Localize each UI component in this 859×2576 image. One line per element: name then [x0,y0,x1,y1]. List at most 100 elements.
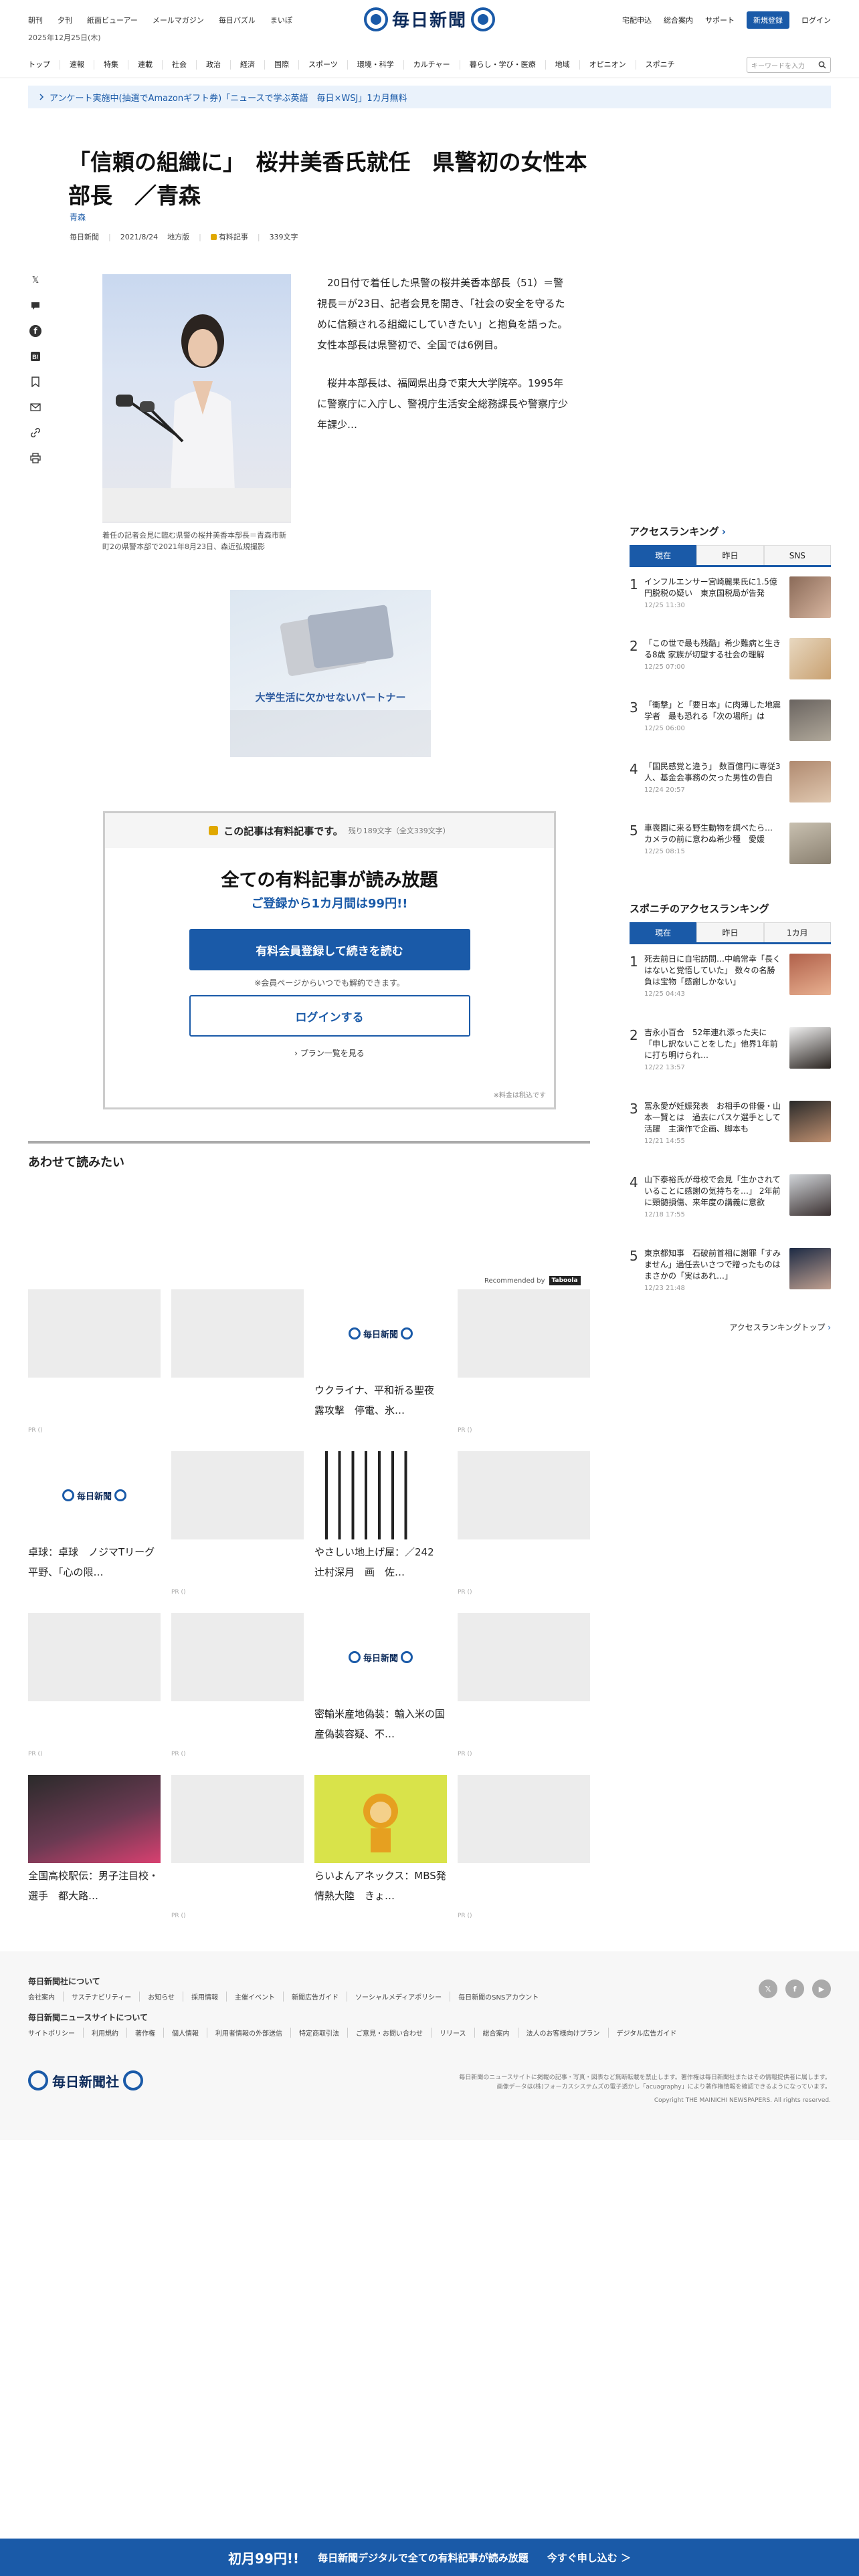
related-card[interactable]: 毎日新聞 ウクライナ、平和祈る聖夜 露攻撃 停電、氷… [314,1289,447,1420]
sponichi-item[interactable]: 5 東京都知事 石破前首相に謝罪「すみません」過任去いさつで贈ったものはまさかの「… [630,1243,831,1316]
footer-link[interactable]: デジタル広告ガイド [609,2028,685,2038]
footer-link[interactable]: 採用情報 [183,1992,227,2002]
subscribe-button[interactable]: 有料会員登録して続きを読む [189,929,470,970]
footer-link[interactable]: ソーシャルメディアポリシー [347,1992,451,2002]
footer-link[interactable]: サイトポリシー [28,2028,84,2038]
tab-yesterday[interactable]: 昨日 [696,922,764,942]
tab-current[interactable]: 現在 [630,922,697,942]
category-item[interactable]: スポーツ [308,60,348,70]
footer-link[interactable]: 利用者情報の外部送信 [207,2028,291,2038]
footer-link[interactable]: 新聞広告ガイド [284,1992,348,2002]
right-nav-item[interactable]: 宅配申込 [622,15,652,25]
top-nav-item[interactable]: 紙面ビューアー [87,15,138,25]
top-nav-item[interactable]: 毎日パズル [219,15,256,25]
tab-month[interactable]: 1カ月 [763,922,831,942]
related-card[interactable]: PR () [458,1289,590,1434]
comment-icon[interactable] [29,300,41,312]
category-item[interactable]: 政治 [206,60,231,70]
footer-link[interactable]: 主催イベント [227,1992,284,2002]
sponichi-item[interactable]: 2 吉永小百合 52年連れ添った夫に「申し訳ないことをした」他界1年前に打ち明けら… [630,1022,831,1095]
article-tag[interactable]: 青森 [70,211,86,223]
plans-link[interactable]: › プラン一覧を見る [105,1047,554,1059]
right-nav-item[interactable]: 総合案内 [664,15,693,25]
print-icon[interactable] [29,452,41,464]
category-item[interactable]: 地域 [555,60,580,70]
search-icon[interactable] [818,61,826,69]
footer-link[interactable]: お知らせ [140,1992,184,2002]
footer-link[interactable]: 毎日新聞のSNSアカウント [450,1992,547,2002]
related-card[interactable]: PR () [458,1613,590,1757]
top-nav-item[interactable]: まいぽ [270,15,292,25]
ranking-item[interactable]: 4 「国民感覚と違う」 数百億円に専従3人、基金会事務の欠った男性の告白 12/24… [630,756,831,817]
related-card[interactable]: PR () [171,1451,304,1596]
tab-current[interactable]: 現在 [630,545,697,565]
category-item[interactable]: 速報 [70,60,94,70]
footer-link[interactable]: サステナビリティー [64,1992,140,2002]
footer-link[interactable]: 会社案内 [28,1992,64,2002]
subscribe-banner[interactable]: 初月99円!! 毎日新聞デジタルで全ての有料記事が読み放題 今すぐ申し込む ＞ [0,2539,859,2576]
article-photo[interactable] [102,274,291,523]
facebook-icon[interactable]: f [785,1979,804,1998]
footer-link[interactable]: 総合案内 [475,2028,518,2038]
ranking-item[interactable]: 5 車喪園に来る野生動物を調べたら… カメラの前に意わぬ希少種 愛媛 12/25 0… [630,817,831,879]
category-item[interactable]: 経済 [240,60,265,70]
facebook-share-icon[interactable]: f [29,325,41,337]
footer-link[interactable]: ご意見・お問い合わせ [348,2028,432,2038]
related-card[interactable]: PR () [171,1613,304,1757]
top-nav-item[interactable]: 夕刊 [58,15,72,25]
register-button[interactable]: 新規登録 [747,11,789,29]
x-share-icon[interactable]: 𝕏 [29,274,41,286]
ranking-item[interactable]: 2 「この世で最も残酷」希少難病と生きる8歳 家族が切望する社会の理解 12/25 … [630,633,831,694]
related-card[interactable]: 毎日新聞 密輸米産地偽装：輸入米の国産偽装容疑、不… [314,1613,447,1744]
related-card[interactable]: 全国高校駅伝：男子注目校・選手 都大路… [28,1775,161,1906]
sponichi-item[interactable]: 1 死去前日に自宅訪問…中嶋常幸「長くはないと覚悟していた」 数々の名勝負は宝物「… [630,948,831,1022]
site-logo[interactable]: 毎日新聞 [363,7,496,31]
sponichi-item[interactable]: 3 冨永愛が妊娠発表 お相手の俳優・山本一賢とは 過去にバスケ選手として活躍 主演… [630,1095,831,1169]
related-card[interactable]: PR () [458,1775,590,1919]
category-item[interactable]: 特集 [104,60,128,70]
notice-banner[interactable]: アンケート実施中(抽選でAmazonギフト券)「ニュースで学ぶ英語 毎日×WSJ… [28,86,831,108]
footer-link[interactable]: 利用規約 [84,2028,127,2038]
login-link[interactable]: ログイン [801,15,831,25]
category-item[interactable]: オピニオン [589,60,636,70]
top-nav-item[interactable]: メールマガジン [153,15,204,25]
footer-link[interactable]: 特定商取引法 [291,2028,348,2038]
ranking-title[interactable]: アクセスランキング › [630,524,831,538]
related-card[interactable]: 毎日新聞 卓球：卓球 ノジマTリーグ 平野、「心の限… [28,1451,165,1582]
ad-banner[interactable]: 大学生活に欠かせないパートナー [230,590,431,757]
related-card[interactable] [171,1289,304,1378]
ranking-item[interactable]: 1 インフルエンサー宮崎麗果氏に1.5億円脱税の疑い 東京国税局が告発 12/25 … [630,571,831,633]
footer-link[interactable]: リリース [432,2028,475,2038]
category-item[interactable]: スポニチ [646,60,684,70]
related-card[interactable]: PR () [28,1289,161,1434]
related-card[interactable]: らいよんアネックス：MBS発 情熱大陸 きょ… [314,1775,456,1906]
related-card[interactable]: PR () [28,1613,161,1757]
footer-link[interactable]: 個人情報 [164,2028,207,2038]
category-item[interactable]: トップ [28,60,60,70]
related-card[interactable]: やさしい地上げ屋：／242 辻村深月 画 佐… [314,1451,447,1582]
ranking-more-link[interactable]: アクセスランキングトップ › [630,1321,831,1333]
tab-sns[interactable]: SNS [763,545,831,565]
footer-link[interactable]: 法人のお客様向けプラン [518,2028,609,2038]
category-item[interactable]: 国際 [274,60,299,70]
login-button[interactable]: ログインする [189,995,470,1037]
link-icon[interactable] [29,427,41,439]
ranking-item[interactable]: 3 「衝撃」と「要日本」に肉薄した地震学者 最も恐れる「次の場所」は 12/25 0… [630,694,831,756]
youtube-icon[interactable]: ▶ [812,1979,831,1998]
category-item[interactable]: 連載 [138,60,163,70]
top-nav-item[interactable]: 朝刊 [28,15,43,25]
x-icon[interactable]: 𝕏 [759,1979,777,1998]
category-item[interactable]: 社会 [172,60,197,70]
right-nav-item[interactable]: サポート [705,15,735,25]
search-input[interactable]: キーワードを入力 [747,57,831,73]
category-item[interactable]: カルチャー [413,60,460,70]
footer-logo[interactable]: 毎日新聞社 [28,2070,143,2090]
footer-link[interactable]: 著作権 [127,2028,164,2038]
category-item[interactable]: 暮らし・学び・医療 [470,60,546,70]
bookmark-icon[interactable] [29,376,41,388]
category-item[interactable]: 環境・科学 [357,60,404,70]
sponichi-item[interactable]: 4 山下泰裕氏が母校で会見「生かされていることに感謝の気持ちを…」 2年前に頸髄損… [630,1169,831,1243]
hatena-share-icon[interactable]: B! [29,350,41,362]
tab-yesterday[interactable]: 昨日 [696,545,764,565]
related-card[interactable]: PR () [171,1775,304,1919]
